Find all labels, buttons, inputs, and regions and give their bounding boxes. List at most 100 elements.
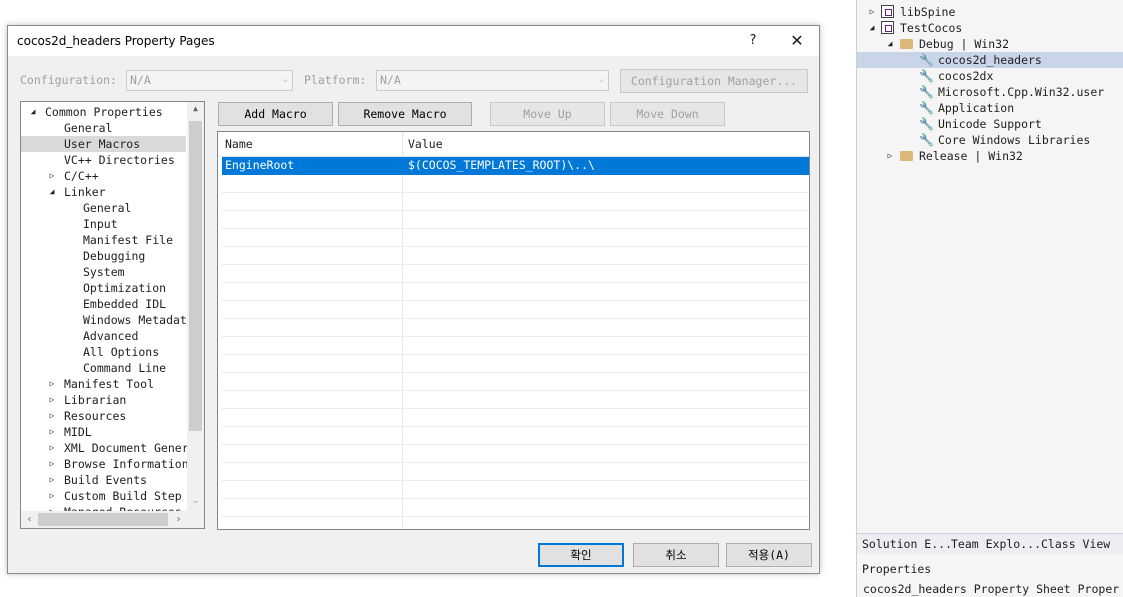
property-tree-item[interactable]: ◢ Common Properties	[21, 104, 186, 120]
tree-item-release-win32[interactable]: ▷ Release | Win32	[857, 148, 1123, 164]
scroll-right-icon[interactable]: ›	[170, 511, 187, 528]
configuration-combo[interactable]: N/A ⌵	[126, 70, 293, 91]
property-tree-item[interactable]: Debugging	[21, 248, 186, 264]
table-row[interactable]	[222, 193, 809, 211]
tab-solution-explorer[interactable]: Solution E...	[862, 536, 952, 552]
expand-arrow-icon[interactable]: ▷	[47, 488, 57, 504]
tree-item-debug-win32[interactable]: ◢ Debug | Win32	[857, 36, 1123, 52]
column-header-value[interactable]: Value	[401, 132, 443, 156]
table-row[interactable]	[222, 247, 809, 265]
table-row[interactable]	[222, 445, 809, 463]
expand-arrow-icon[interactable]: ▷	[47, 456, 57, 472]
table-row[interactable]	[222, 337, 809, 355]
table-row[interactable]	[222, 517, 809, 529]
collapse-arrow-icon[interactable]: ◢	[28, 104, 38, 120]
platform-combo[interactable]: N/A ⌵	[376, 70, 609, 91]
property-tree-item[interactable]: ▷ Manifest Tool	[21, 376, 186, 392]
property-tree-item[interactable]: General	[21, 120, 186, 136]
table-row[interactable]	[222, 211, 809, 229]
table-row[interactable]: EngineRoot $(COCOS_TEMPLATES_ROOT)\..\	[222, 157, 809, 175]
tree-item-testcocos[interactable]: ◢ TestCocos	[857, 20, 1123, 36]
table-row[interactable]	[222, 391, 809, 409]
scrollbar-thumb[interactable]	[38, 513, 168, 526]
table-row[interactable]	[222, 409, 809, 427]
expand-arrow-icon[interactable]: ▷	[47, 168, 57, 184]
apply-button[interactable]: 적용(A)	[726, 543, 812, 567]
vertical-scrollbar[interactable]: ▲ ⌵	[187, 102, 204, 511]
table-row[interactable]	[222, 499, 809, 517]
expand-arrow-icon[interactable]: ▷	[47, 424, 57, 440]
macro-name-cell[interactable]: EngineRoot	[222, 157, 294, 174]
table-row[interactable]	[222, 463, 809, 481]
macro-value-cell[interactable]: $(COCOS_TEMPLATES_ROOT)\..\	[405, 157, 595, 174]
horizontal-scrollbar[interactable]: ‹ ›	[21, 511, 204, 528]
table-row[interactable]	[222, 373, 809, 391]
add-macro-button[interactable]: Add Macro	[218, 102, 333, 126]
expand-arrow-icon[interactable]: ▷	[885, 148, 895, 164]
tree-item-libspine[interactable]: ▷ libSpine	[857, 4, 1123, 20]
property-tree-item[interactable]: ◢ Linker	[21, 184, 186, 200]
property-tree-item[interactable]: Command Line	[21, 360, 186, 376]
close-button[interactable]: ✕	[784, 31, 810, 51]
property-tree-item[interactable]: ▷ C/C++	[21, 168, 186, 184]
properties-object-selector[interactable]: cocos2d_headers Property Sheet Proper	[857, 581, 1123, 597]
table-row[interactable]	[222, 265, 809, 283]
table-row[interactable]	[222, 229, 809, 247]
property-tree-item[interactable]: Advanced	[21, 328, 186, 344]
collapse-arrow-icon[interactable]: ◢	[47, 184, 57, 200]
scroll-up-icon[interactable]: ▲	[187, 104, 204, 113]
tab-team-explorer[interactable]: Team Explo...	[951, 536, 1041, 552]
help-button[interactable]: ?	[741, 31, 765, 51]
table-row[interactable]	[222, 427, 809, 445]
property-tree-item[interactable]: Windows Metadat	[21, 312, 187, 328]
property-tree-item[interactable]: ▷ MIDL	[21, 424, 186, 440]
dialog-titlebar[interactable]: cocos2d_headers Property Pages ? ✕	[8, 26, 819, 56]
scrollbar-thumb[interactable]	[189, 121, 202, 431]
property-tree-item[interactable]: ▷ Build Events	[21, 472, 186, 488]
property-tree-item[interactable]: ▷ Custom Build Step	[21, 488, 186, 504]
property-tree-item[interactable]: ▷ Resources	[21, 408, 186, 424]
table-row[interactable]	[222, 301, 809, 319]
table-row[interactable]	[222, 283, 809, 301]
configuration-manager-button[interactable]: Configuration Manager...	[620, 69, 808, 93]
property-tree-item[interactable]: Input	[21, 216, 186, 232]
property-tree-item[interactable]: System	[21, 264, 186, 280]
table-row[interactable]	[222, 481, 809, 499]
tree-item-cocos2d-headers[interactable]: 🔧 cocos2d_headers	[857, 52, 1123, 68]
expand-arrow-icon[interactable]: ▷	[47, 472, 57, 488]
property-tree-item[interactable]: ▷ Librarian	[21, 392, 186, 408]
expand-arrow-icon[interactable]: ▷	[47, 392, 57, 408]
scroll-left-icon[interactable]: ‹	[21, 511, 38, 528]
property-tree-item[interactable]: General	[21, 200, 186, 216]
scroll-down-icon[interactable]: ⌵	[187, 496, 204, 505]
table-row[interactable]	[222, 175, 809, 193]
property-tree-item[interactable]: All Options	[21, 344, 186, 360]
remove-macro-button[interactable]: Remove Macro	[338, 102, 472, 126]
table-row[interactable]	[222, 319, 809, 337]
expand-arrow-icon[interactable]: ▷	[867, 4, 877, 20]
expand-arrow-icon[interactable]: ▷	[47, 376, 57, 392]
move-down-button[interactable]: Move Down	[610, 102, 725, 126]
move-up-button[interactable]: Move Up	[490, 102, 605, 126]
property-tree-item[interactable]: Embedded IDL	[21, 296, 186, 312]
expand-arrow-icon[interactable]: ▷	[47, 440, 57, 456]
property-tree-item[interactable]: VC++ Directories	[21, 152, 186, 168]
tree-item-core-windows-libraries[interactable]: 🔧 Core Windows Libraries	[857, 132, 1123, 148]
tab-class-view[interactable]: Class View	[1041, 536, 1110, 552]
expand-arrow-icon[interactable]: ▷	[47, 408, 57, 424]
property-tree-item[interactable]: ▷ XML Document Gener	[21, 440, 189, 456]
column-header-name[interactable]: Name	[218, 132, 253, 156]
tree-item-application[interactable]: 🔧 Application	[857, 100, 1123, 116]
property-tree-item[interactable]: Manifest File	[21, 232, 186, 248]
property-tree-item[interactable]: ▷ Browse Information	[21, 456, 189, 472]
collapse-arrow-icon[interactable]: ◢	[885, 36, 895, 52]
tree-item-unicode-support[interactable]: 🔧 Unicode Support	[857, 116, 1123, 132]
tree-item-cpp-user[interactable]: 🔧 Microsoft.Cpp.Win32.user	[857, 84, 1123, 100]
tree-item-cocos2dx[interactable]: 🔧 cocos2dx	[857, 68, 1123, 84]
property-tree-item[interactable]: User Macros	[21, 136, 186, 152]
table-row[interactable]	[222, 355, 809, 373]
cancel-button[interactable]: 취소	[633, 543, 719, 567]
ok-button[interactable]: 확인	[538, 543, 624, 567]
collapse-arrow-icon[interactable]: ◢	[867, 20, 877, 36]
property-tree-item[interactable]: Optimization	[21, 280, 186, 296]
